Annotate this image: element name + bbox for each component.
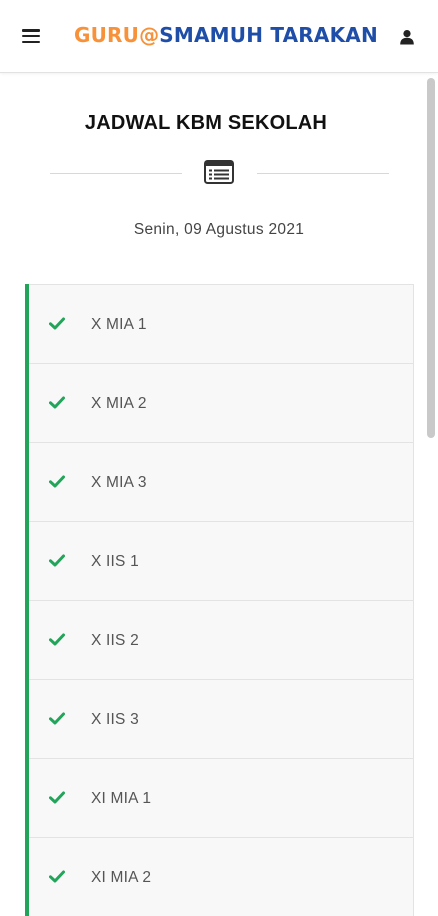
brand-part-school: SMAMUH TARAKAN bbox=[159, 23, 378, 47]
brand-part-guru: GURU@ bbox=[74, 23, 160, 47]
title-divider-right bbox=[257, 173, 389, 174]
top-app-bar: GURU@SMAMUH TARAKAN bbox=[0, 0, 438, 73]
schedule-list-icon bbox=[204, 160, 234, 184]
check-icon bbox=[49, 396, 65, 409]
check-icon bbox=[49, 870, 65, 883]
class-label: X IIS 3 bbox=[91, 711, 139, 728]
class-list-item[interactable]: X MIA 3 bbox=[29, 442, 414, 521]
class-list: X MIA 1 X MIA 2 X MIA 3 X IIS 1 X IIS 2 … bbox=[25, 284, 414, 916]
check-icon bbox=[49, 317, 65, 330]
check-icon bbox=[49, 633, 65, 646]
check-icon bbox=[49, 554, 65, 567]
class-label: X IIS 1 bbox=[91, 553, 139, 570]
class-list-item[interactable]: X IIS 2 bbox=[29, 600, 414, 679]
class-label: XI MIA 1 bbox=[91, 790, 152, 807]
class-label: X IIS 2 bbox=[91, 632, 139, 649]
class-list-item[interactable]: XI MIA 2 bbox=[29, 837, 414, 916]
schedule-date: Senin, 09 Agustus 2021 bbox=[133, 221, 305, 238]
class-label: X MIA 2 bbox=[91, 395, 147, 412]
title-divider-left bbox=[50, 173, 182, 174]
class-list-item[interactable]: X MIA 1 bbox=[29, 284, 414, 363]
page-title: JADWAL KBM SEKOLAH bbox=[84, 112, 328, 134]
app-brand-title: GURU@SMAMUH TARAKAN bbox=[74, 23, 378, 47]
class-list-item[interactable]: X IIS 3 bbox=[29, 679, 414, 758]
check-icon bbox=[49, 475, 65, 488]
class-label: XI MIA 2 bbox=[91, 869, 152, 886]
class-list-item[interactable]: X MIA 2 bbox=[29, 363, 414, 442]
hamburger-menu-icon[interactable] bbox=[22, 28, 40, 44]
class-list-item[interactable]: XI MIA 1 bbox=[29, 758, 414, 837]
user-icon[interactable] bbox=[399, 29, 415, 45]
page-scrollbar[interactable] bbox=[427, 78, 435, 438]
check-icon bbox=[49, 712, 65, 725]
class-label: X MIA 1 bbox=[91, 316, 147, 333]
check-icon bbox=[49, 791, 65, 804]
class-label: X MIA 3 bbox=[91, 474, 147, 491]
class-list-item[interactable]: X IIS 1 bbox=[29, 521, 414, 600]
